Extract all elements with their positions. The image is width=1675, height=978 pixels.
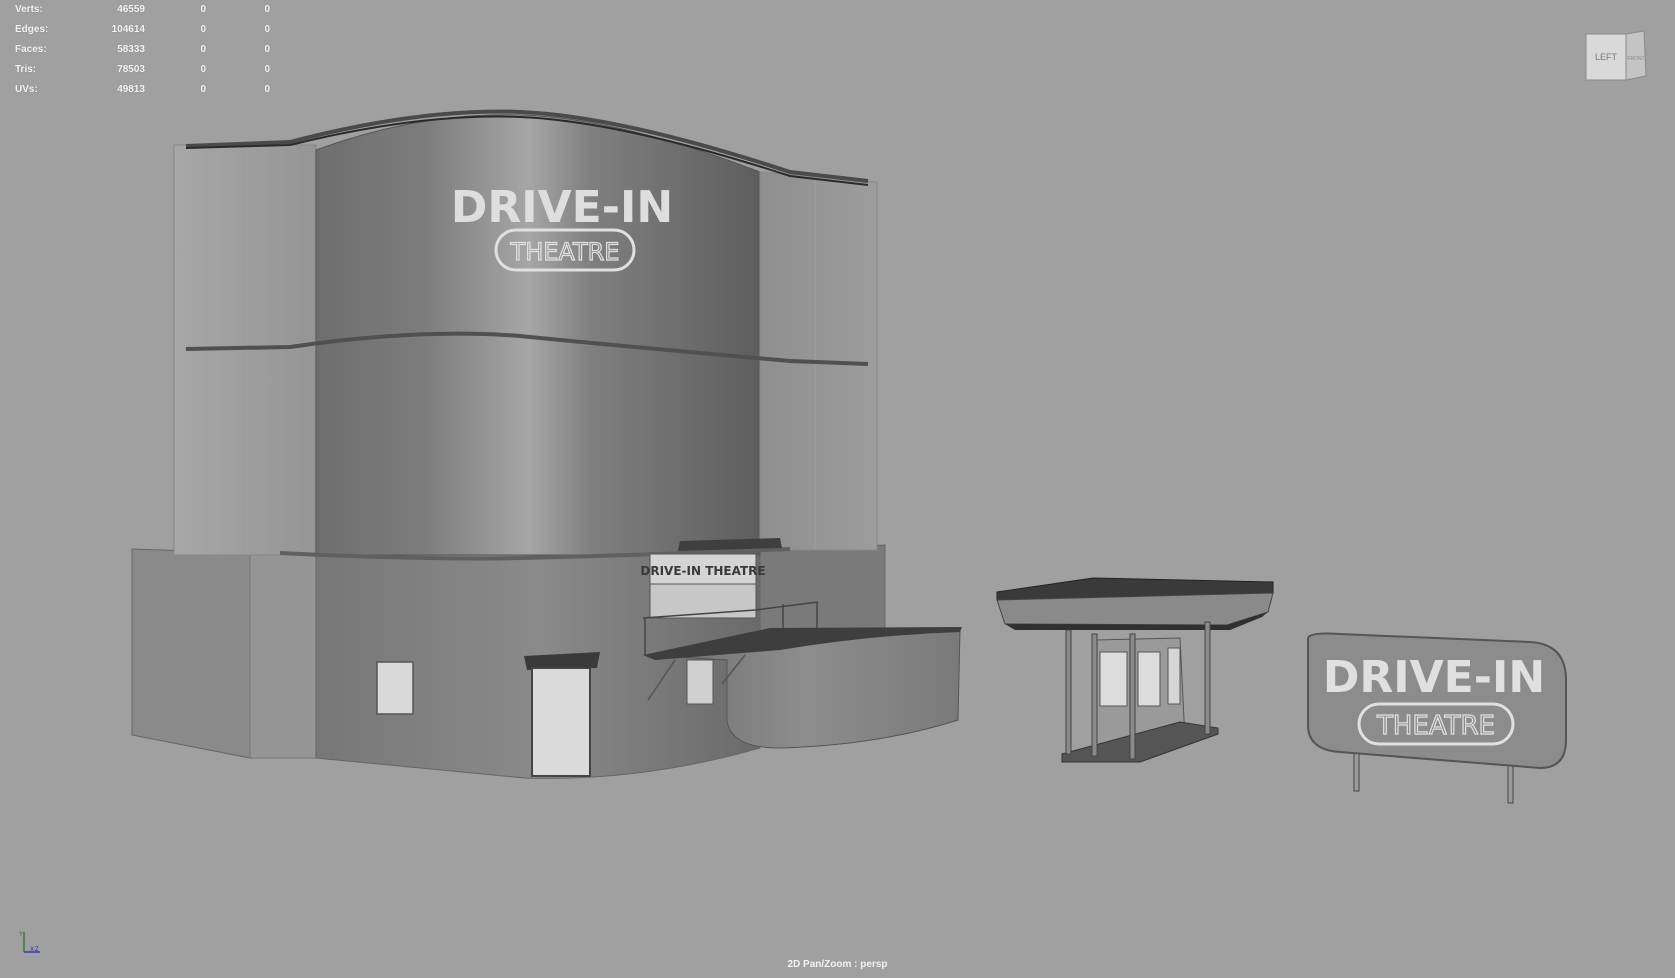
hud-value: 49813 [117,84,145,95]
hud-value: 0 [200,4,206,15]
camera-status-label: 2D Pan/Zoom : persp [787,959,888,970]
hud-label: Faces: [15,44,47,55]
hud-value: 0 [200,64,206,75]
booth-banner-text: DRIVE-IN THEATRE [640,564,765,578]
hud-row-edges: Edges: 104614 0 0 [15,20,270,40]
theatre-tower-model[interactable]: DRIVE-IN THEATRE DRIVE-IN THEATRE [131,109,962,779]
billboard-sub-text: THEATRE [1376,711,1495,741]
hud-value: 0 [200,24,206,35]
hud-value: 0 [264,64,270,75]
3d-viewport[interactable]: DRIVE-IN THEATRE DRIVE-IN THEATRE DRIVE-… [0,0,1675,978]
ticket-booth-model[interactable] [996,577,1274,763]
view-cube-left-label: LEFT [1595,52,1618,62]
hud-value: 78503 [117,64,145,75]
hud-value: 58333 [117,44,145,55]
axis-gizmo: Y X Z [19,932,40,953]
hud-value: 0 [200,44,206,55]
hud-value: 0 [264,4,270,15]
view-cube[interactable]: LEFT FRONT [1584,30,1648,84]
view-cube-front-label: FRONT [1627,56,1644,62]
hud-value: 104614 [111,24,145,35]
hud-value: 0 [264,44,270,55]
hud-row-uvs: UVs: 49813 0 0 [15,80,270,100]
hud-label: UVs: [15,84,38,95]
building-door [531,667,591,777]
axis-z-label: Z [35,947,39,953]
hud-value: 46559 [117,4,145,15]
tower-sign-main-text: DRIVE-IN [451,182,673,233]
billboard-main-text: DRIVE-IN [1323,652,1545,703]
billboard-model[interactable]: DRIVE-IN THEATRE [1307,632,1567,804]
axis-y-label: Y [19,932,23,938]
hud-label: Edges: [15,24,49,35]
axis-x-label: X [30,947,34,953]
hud-row-faces: Faces: 58333 0 0 [15,40,270,60]
scene-render[interactable]: DRIVE-IN THEATRE DRIVE-IN THEATRE DRIVE-… [0,0,1675,978]
hud-row-tris: Tris: 78503 0 0 [15,60,270,80]
hud-value: 0 [200,84,206,95]
hud-row-verts: Verts: 46559 0 0 [15,0,270,20]
poly-count-hud: Verts: 46559 0 0 Edges: 104614 0 0 Faces… [15,0,270,100]
hud-label: Tris: [15,64,37,75]
hud-label: Verts: [15,4,43,15]
building-window [376,661,414,715]
building-window-small [686,659,714,705]
tower-sign-sub-text: THEATRE [510,238,620,266]
hud-value: 0 [264,84,270,95]
hud-value: 0 [264,24,270,35]
